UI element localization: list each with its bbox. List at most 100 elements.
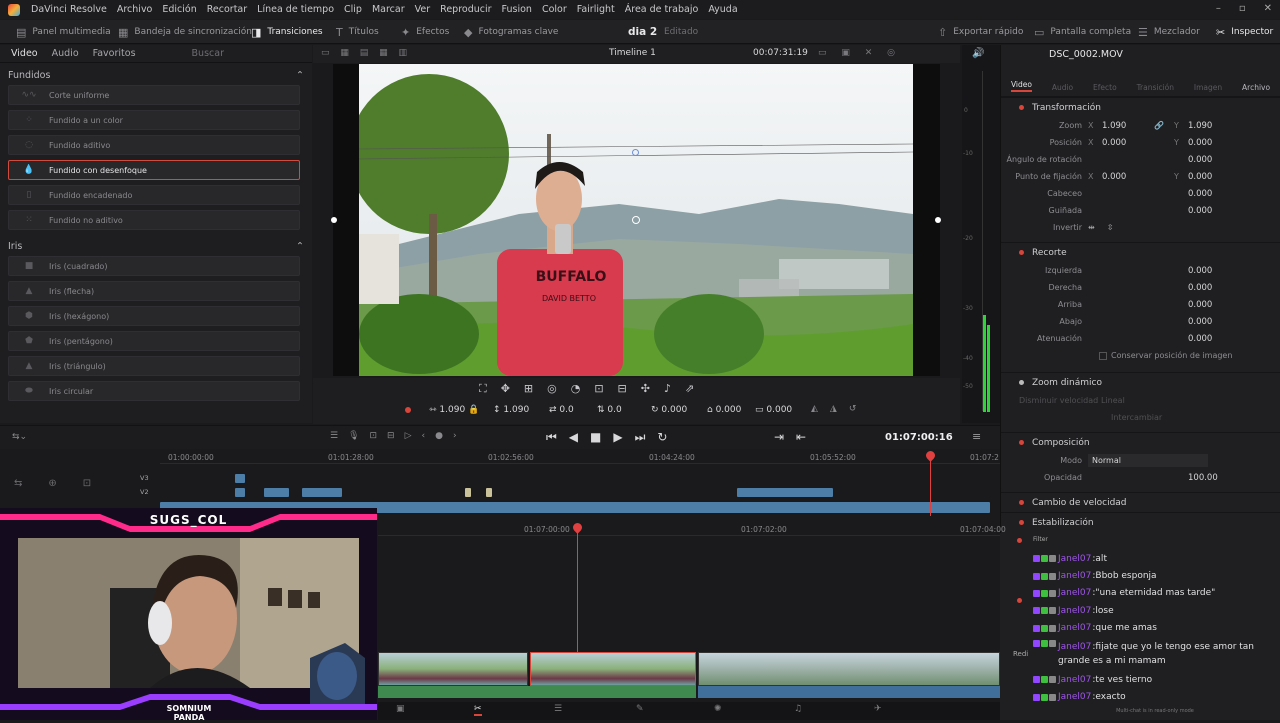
anchor-y-input[interactable]: 0.000 (1188, 172, 1212, 182)
titles-button[interactable]: T Títulos (336, 24, 379, 40)
playback-controls[interactable]: ⏮◀■▶⏭↻ (546, 430, 679, 445)
section-dynamic-zoom[interactable]: Zoom dinámico (1001, 372, 1280, 392)
anchor-point-handle[interactable] (632, 216, 640, 224)
crop-bottom-input[interactable]: 0.000 (1188, 317, 1212, 327)
section-header-fundidos[interactable]: Fundidos ⌃ (0, 65, 312, 85)
transition-item[interactable]: ▲ Iris (flecha) (8, 281, 300, 301)
crop-top-input[interactable]: 0.000 (1188, 300, 1212, 310)
menu-area-de-trabajo[interactable]: Área de trabajo (620, 4, 704, 15)
zoom-y-input[interactable]: 1.090 (1188, 121, 1212, 131)
sync-bin-button[interactable]: ▦ Bandeja de sincronización (118, 24, 252, 40)
timeline-detail[interactable]: 01:07:00:00 01:07:02:00 01:07:04:00 (378, 521, 1006, 702)
video-clip-thumb[interactable] (378, 652, 528, 686)
pos-y-input[interactable]: 0.000 (1188, 138, 1212, 148)
timeline-name[interactable]: Timeline 1 (609, 48, 656, 58)
section-stabilization[interactable]: Estabilización (1001, 512, 1280, 532)
timeline-clip[interactable] (235, 488, 245, 497)
tab-video[interactable]: Video (11, 48, 38, 59)
timeline-clip[interactable] (302, 488, 342, 497)
menu-color[interactable]: Color (537, 4, 572, 15)
transitions-button[interactable]: ◨ Transiciones (251, 24, 323, 40)
search-input[interactable]: Buscar (192, 48, 224, 59)
section-header-iris[interactable]: Iris ⌃ (0, 236, 312, 256)
tab-inspector-efecto[interactable]: Efecto (1093, 83, 1117, 92)
menu-linea-de-tiempo[interactable]: Línea de tiempo (252, 4, 339, 15)
transition-item[interactable]: ⬟ Iris (pentágono) (8, 331, 300, 351)
effects-button[interactable]: ✦ Efectos (401, 24, 449, 40)
menu-fusion[interactable]: Fusion (497, 4, 537, 15)
tab-favoritos[interactable]: Favoritos (93, 48, 136, 59)
fullscreen-button[interactable]: ▭ Pantalla completa (1034, 24, 1131, 40)
menu-marcar[interactable]: Marcar (367, 4, 410, 15)
zoom-x-field[interactable]: ⇿ 1.090 🔒 (429, 405, 479, 415)
crop-right-input[interactable]: 0.000 (1188, 283, 1212, 293)
pos-y-field[interactable]: ⇅ 0.0 (597, 405, 622, 415)
video-clip-thumb-selected[interactable] (530, 652, 696, 686)
crop-b-field[interactable]: ▭ 0.000 (755, 405, 792, 415)
transition-item[interactable]: ⬢ Iris (hexágono) (8, 306, 300, 326)
audio-clip[interactable] (378, 686, 696, 698)
menu-ver[interactable]: Ver (410, 4, 436, 15)
menu-fairlight[interactable]: Fairlight (572, 4, 620, 15)
media-pool-button[interactable]: ▤ Panel multimedia (16, 24, 111, 40)
menu-archivo[interactable]: Archivo (112, 4, 158, 15)
video-clip-thumb[interactable] (698, 652, 1000, 686)
section-speed[interactable]: Cambio de velocidad (1001, 492, 1280, 512)
color-page-icon[interactable]: ✺ (714, 704, 722, 714)
tab-audio[interactable]: Audio (52, 48, 79, 59)
pos-x-input[interactable]: 0.000 (1102, 138, 1174, 148)
transition-item[interactable]: ⬬ Iris circular (8, 381, 300, 401)
transform-handle-right[interactable] (935, 217, 941, 223)
anchor-x-input[interactable]: 0.000 (1102, 172, 1174, 182)
section-composite[interactable]: Composición (1001, 432, 1280, 452)
link-icon[interactable]: 🔗 (1154, 121, 1174, 130)
crop-left-input[interactable]: 0.000 (1188, 266, 1212, 276)
tab-inspector-archivo[interactable]: Archivo (1242, 83, 1270, 92)
timeline-ruler-detail[interactable]: 01:07:00:00 01:07:02:00 01:07:04:00 (378, 522, 1006, 536)
zoom-x-input[interactable]: 1.090 (1102, 121, 1154, 131)
timeline-view-icon[interactable]: ⇆⌄ (12, 432, 27, 442)
maximize-icon[interactable]: ▫ (1239, 3, 1246, 14)
timeline-clip[interactable] (486, 488, 492, 497)
flip-icons[interactable]: ⇹⇳ (1088, 223, 1125, 232)
menu-recortar[interactable]: Recortar (202, 4, 252, 15)
transition-item[interactable]: ▯ Fundido encadenado (8, 185, 300, 205)
transition-item-selected[interactable]: 💧 Fundido con desenfoque (8, 160, 300, 180)
transform-handle-left[interactable] (331, 217, 337, 223)
track-tools-icons[interactable]: ⇆⊕⊡ (14, 478, 117, 489)
tab-inspector-imagen[interactable]: Imagen (1194, 83, 1222, 92)
rotation-field[interactable]: ↻ 0.000 (651, 405, 687, 415)
transition-item[interactable]: ⁘ Fundido a un color (8, 110, 300, 130)
menu-reproducir[interactable]: Reproducir (435, 4, 496, 15)
media-page-icon[interactable]: ▣ (396, 704, 405, 714)
timeline-clip[interactable] (737, 488, 833, 497)
cut-page-icon[interactable]: ☰ (554, 704, 562, 714)
speaker-icon[interactable]: 🔊 (972, 48, 984, 59)
transition-item[interactable]: ▲ Iris (triángulo) (8, 356, 300, 376)
viewer-options-icons[interactable]: ▭ ▣ ✕ ◎ (818, 48, 901, 58)
transition-item[interactable]: ⁙ Fundido no aditivo (8, 210, 300, 230)
enable-dot[interactable] (1019, 105, 1024, 110)
deliver-page-icon[interactable]: ✈ (874, 704, 882, 714)
viewer-tool-icons[interactable]: ▭ ▦ ▤ ▦ ▥ (321, 48, 411, 58)
mixer-button[interactable]: ☰ Mezclador (1138, 24, 1200, 40)
yaw-input[interactable]: 0.000 (1188, 206, 1212, 216)
jump-controls[interactable]: ⇥⇤ (774, 430, 818, 444)
inspector-button[interactable]: ✂ Inspector (1216, 24, 1273, 40)
menu-icon[interactable]: ≡ (972, 430, 981, 443)
transition-item[interactable]: ∿∿ Corte uniforme (8, 85, 300, 105)
tab-inspector-transicion[interactable]: Transición (1137, 83, 1174, 92)
opacity-input[interactable]: 100.00 (1188, 473, 1218, 483)
edit-page-icon[interactable]: ✂ (474, 704, 482, 716)
menu-clip[interactable]: Clip (339, 4, 367, 15)
pitch-input[interactable]: 0.000 (1188, 189, 1212, 199)
fusion-page-icon[interactable]: ✎ (636, 704, 644, 714)
keep-position-checkbox[interactable]: Conservar posición de imagen (1001, 347, 1280, 364)
timeline-clip[interactable] (465, 488, 471, 497)
zoom-y-field[interactable]: ↕ 1.090 (493, 405, 529, 415)
crop-a-field[interactable]: ⌂ 0.000 (707, 405, 741, 415)
blend-mode-select[interactable]: Normal (1088, 454, 1208, 467)
edit-tool-icons[interactable]: ☰🎙⊡⊟▷‹●› (330, 431, 467, 441)
timeline-clip[interactable] (235, 474, 245, 483)
chat-filter[interactable]: Filter (1030, 533, 1280, 550)
